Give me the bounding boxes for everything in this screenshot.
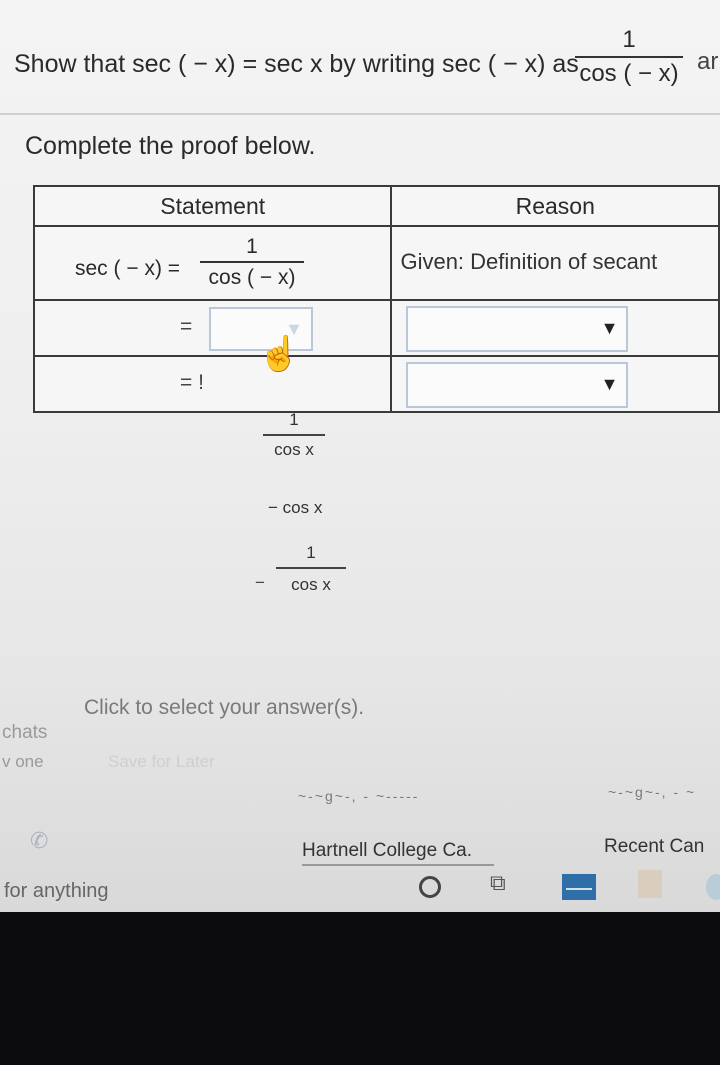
screen: Show that sec ( − x) = sec x by writing … <box>0 0 720 912</box>
prompt-fraction: 1 cos ( − x) <box>575 26 683 88</box>
mail-icon[interactable] <box>562 874 596 900</box>
instruction-text: Complete the proof below. <box>25 132 316 160</box>
statement-cell-1: sec ( − x) = 1 cos ( − x) <box>32 225 393 301</box>
reason-cell-2: ▼ <box>390 299 720 357</box>
browser-tab-recent[interactable]: Recent Can <box>604 836 704 858</box>
taskbar: for anything ⧉ <box>0 862 720 912</box>
minus-sign: − <box>255 573 265 592</box>
proof-row-3: = ! ▼ <box>32 355 720 413</box>
save-for-later-button[interactable]: Save for Later <box>108 752 215 772</box>
reason-header: Reason <box>390 185 720 227</box>
hint-text: Click to select your answer(s). <box>84 696 365 719</box>
store-icon[interactable] <box>638 870 662 898</box>
chevron-down-icon: ▼ <box>600 374 619 394</box>
hand-cursor-icon: ☝ <box>258 335 301 373</box>
answer-option-3[interactable]: − 1 cos x <box>255 543 346 595</box>
phone-icon: ✆ <box>30 828 49 853</box>
divider <box>0 113 720 115</box>
statement-cell-2: = ▼ <box>32 299 393 357</box>
reason-dropdown-3[interactable]: ▼ <box>406 362 629 408</box>
chevron-down-icon: ▼ <box>600 318 619 338</box>
browser-icon[interactable] <box>706 874 720 900</box>
task-view-icon[interactable]: ⧉ <box>490 870 506 896</box>
side-panel-text-1: chats <box>2 722 48 743</box>
equals-sign: = <box>180 315 193 338</box>
reason-given-text: Given: Definition of secant <box>400 249 658 274</box>
option-numerator: 1 <box>306 543 316 562</box>
reason-cell-1: Given: Definition of secant <box>390 225 720 301</box>
proof-row-1: sec ( − x) = 1 cos ( − x) Given: Definit… <box>32 225 720 301</box>
reason-cell-3: ▼ <box>390 355 720 413</box>
statement-denominator: cos ( − x) <box>208 266 296 289</box>
statement-cell-3: = ! <box>32 355 393 413</box>
prompt-fraction-denominator: cos ( − x) <box>579 60 679 87</box>
answer-option-1[interactable]: 1 cos x <box>263 410 325 460</box>
option-numerator: 1 <box>289 410 299 429</box>
browser-tab-hartnell[interactable]: Hartnell College Ca. <box>302 840 472 862</box>
taskbar-search-input[interactable]: for anything <box>4 880 109 903</box>
proof-table: Statement Reason sec ( − x) = 1 cos ( − … <box>32 185 720 413</box>
proof-row-2: = ▼ ▼ <box>32 299 720 357</box>
cortana-icon[interactable] <box>419 876 441 898</box>
equals-sign: = ! <box>180 371 204 394</box>
statement-header: Statement <box>32 185 393 227</box>
tab-favicon-row: ~-~g~-, - ~ <box>608 784 697 800</box>
option-denominator: cos x <box>291 575 331 594</box>
statement-numerator: 1 <box>246 235 258 258</box>
side-panel-text-2: v one <box>2 752 44 771</box>
statement-fraction: 1 cos ( − x) <box>200 235 304 290</box>
prompt-cut-text: ar <box>697 48 719 75</box>
statement-lhs: sec ( − x) = <box>75 257 181 280</box>
problem-prompt: Show that sec ( − x) = sec x by writing … <box>14 50 579 78</box>
prompt-fraction-numerator: 1 <box>622 26 636 53</box>
reason-dropdown-2[interactable]: ▼ <box>406 306 629 352</box>
tab-favicon-row: ~-~g~-, - ~----- <box>298 788 420 804</box>
answer-option-2[interactable]: − cos x <box>268 498 322 518</box>
option-denominator: cos x <box>274 440 314 459</box>
